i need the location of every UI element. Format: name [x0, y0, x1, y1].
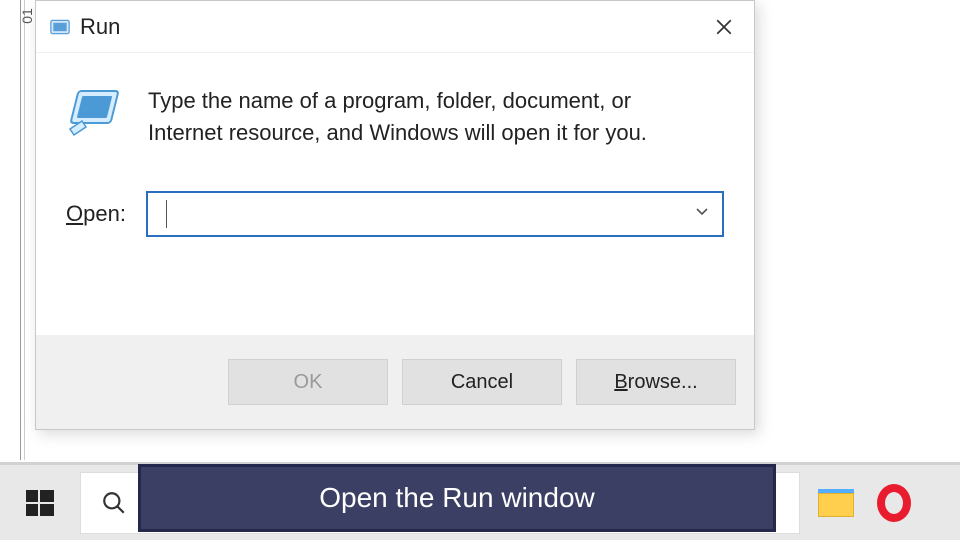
- windows-logo-icon: [24, 487, 56, 519]
- taskbar-pinned-icons: [806, 465, 934, 540]
- chevron-down-icon[interactable]: [694, 203, 710, 224]
- browse-button[interactable]: Browse...: [576, 359, 736, 405]
- window-title: Run: [80, 14, 120, 40]
- open-combobox[interactable]: [146, 191, 724, 237]
- opera-icon[interactable]: [874, 483, 914, 523]
- text-cursor: [166, 200, 167, 228]
- run-dialog: Run Type the name of a program, folder, …: [35, 0, 755, 430]
- page-number: 01: [19, 8, 35, 24]
- instruction-overlay: Open the Run window: [138, 464, 776, 532]
- open-label: Open:: [66, 201, 126, 227]
- search-icon: [101, 490, 127, 516]
- dialog-description: Type the name of a program, folder, docu…: [148, 85, 688, 149]
- ok-button: OK: [228, 359, 388, 405]
- title-bar[interactable]: Run: [36, 1, 754, 53]
- document-left-edge: 01: [20, 0, 25, 460]
- run-icon: [50, 17, 70, 37]
- cancel-button[interactable]: Cancel: [402, 359, 562, 405]
- start-button[interactable]: [0, 465, 80, 540]
- run-icon-large: [66, 85, 122, 137]
- button-bar: OK Cancel Browse...: [36, 335, 754, 429]
- close-button[interactable]: [704, 7, 744, 47]
- file-explorer-icon[interactable]: [816, 483, 856, 523]
